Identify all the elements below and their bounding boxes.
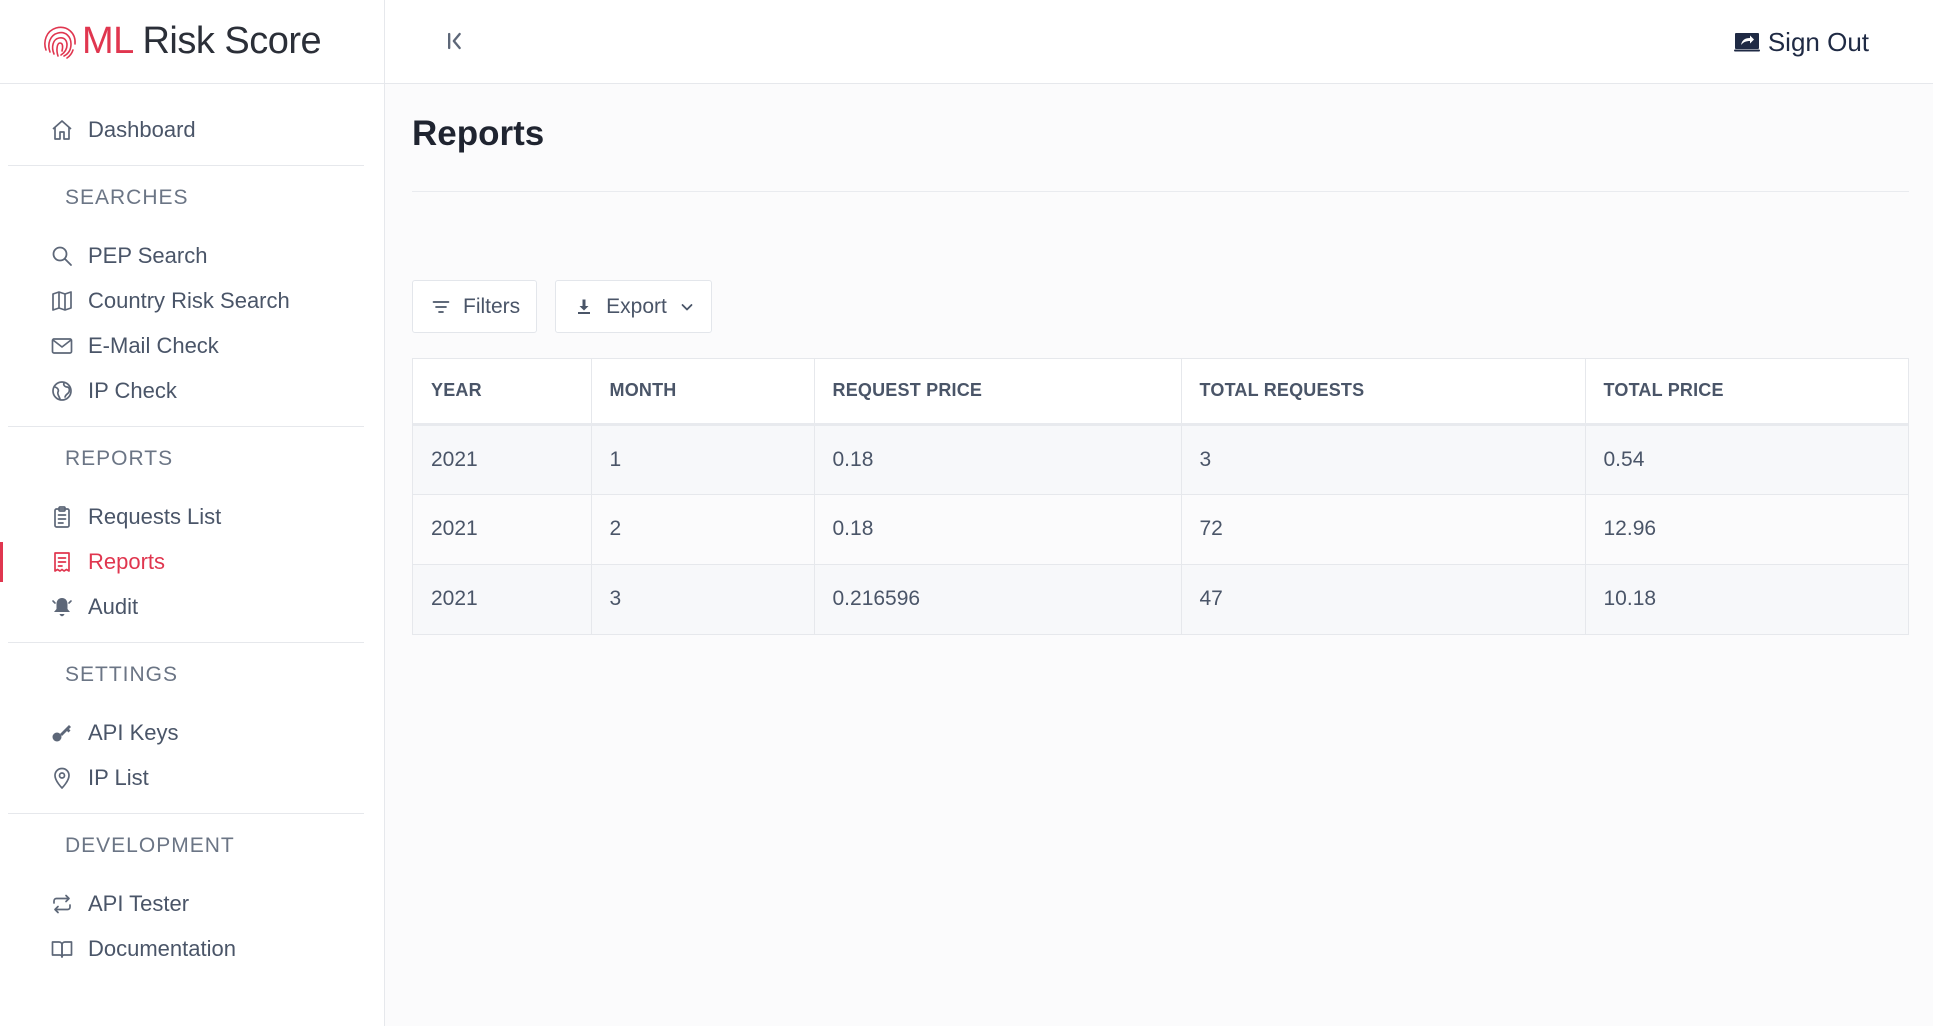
section-title-development: DEVELOPMENT [65, 834, 235, 857]
sidebar-item-dashboard[interactable]: Dashboard [8, 107, 364, 152]
table-row: 2021 1 0.18 3 0.54 [413, 424, 1908, 495]
column-header-request-price[interactable]: REQUEST PRICE [814, 359, 1182, 426]
sign-out-label: Sign Out [1767, 26, 1869, 57]
location-pin-icon [54, 767, 70, 789]
table-cell-total-price: 10.18 [1585, 564, 1908, 634]
bell-icon [52, 597, 72, 616]
table-cell-month: 2 [591, 494, 815, 565]
home-icon [52, 119, 72, 140]
section-title-reports: REPORTS [65, 447, 174, 470]
map-icon [52, 290, 72, 311]
globe-icon [52, 380, 72, 401]
sidebar-item-documentation[interactable]: Documentation [8, 926, 364, 971]
column-header-month[interactable]: MONTH [591, 359, 815, 426]
sign-out-button[interactable]: Sign Out [1733, 22, 1869, 62]
sidebar: ML Risk Score Dashboard SEARCHES PEP Sea… [0, 0, 385, 1026]
table-cell-request-price: 0.18 [814, 424, 1182, 495]
brand-logo[interactable]: ML Risk Score [0, 0, 384, 84]
filters-label: Filters [463, 294, 521, 318]
receipt-icon [54, 551, 70, 572]
brand-name: ML Risk Score [82, 20, 322, 62]
search-icon [52, 246, 72, 266]
sidebar-item-audit[interactable]: Audit [8, 584, 364, 629]
column-header-total-price[interactable]: TOTAL PRICE [1585, 359, 1908, 426]
title-divider [412, 191, 1909, 192]
table-toolbar: Filters Export [412, 280, 1909, 333]
book-open-icon [51, 940, 73, 958]
section-title-settings: SETTINGS [65, 663, 179, 686]
sidebar-item-api-keys[interactable]: API Keys [8, 710, 364, 755]
table-cell-total-price: 0.54 [1585, 424, 1908, 495]
sidebar-item-api-tester[interactable]: API Tester [8, 881, 364, 926]
sidebar-item-pep-search[interactable]: PEP Search [8, 233, 364, 278]
table-cell-month: 1 [591, 424, 815, 495]
main-content: Reports Filters Export YEAR MONTH REQUES… [412, 84, 1909, 635]
section-title-searches: SEARCHES [65, 186, 189, 209]
key-icon [52, 724, 71, 741]
table-row: 2021 2 0.18 72 12.96 [413, 494, 1908, 565]
table-cell-request-price: 0.18 [814, 494, 1182, 565]
table-row: 2021 3 0.216596 47 10.18 [413, 564, 1908, 634]
filter-lines-icon [432, 300, 450, 313]
export-label: Export [606, 294, 667, 318]
column-header-total-requests[interactable]: TOTAL REQUESTS [1181, 359, 1586, 426]
mail-icon [51, 337, 73, 354]
table-cell-year: 2021 [413, 564, 592, 634]
clipboard-icon [54, 505, 70, 528]
chevron-down-icon [681, 303, 693, 310]
active-indicator [0, 542, 3, 582]
reports-table: YEAR MONTH REQUEST PRICE TOTAL REQUESTS … [412, 358, 1909, 635]
table-cell-total-requests: 3 [1181, 424, 1586, 495]
sidebar-item-country-risk-search[interactable]: Country Risk Search [8, 278, 364, 323]
sign-out-icon [1733, 33, 1760, 52]
table-cell-year: 2021 [413, 424, 592, 495]
repeat-icon [53, 894, 71, 913]
filters-button[interactable]: Filters [412, 280, 538, 333]
column-header-year[interactable]: YEAR [413, 359, 592, 426]
table-header-row: YEAR MONTH REQUEST PRICE TOTAL REQUESTS … [413, 359, 1908, 426]
page-title: Reports [412, 114, 545, 153]
sidebar-item-requests-list[interactable]: Requests List [8, 494, 364, 539]
download-icon [578, 299, 591, 314]
top-bar: Sign Out [385, 0, 1933, 84]
fingerprint-logo-icon [44, 26, 76, 59]
export-dropdown-button[interactable]: Export [555, 280, 712, 333]
table-cell-total-requests: 72 [1181, 494, 1586, 565]
table-cell-year: 2021 [413, 494, 592, 565]
sidebar-nav: Dashboard SEARCHES PEP Search Country Ri… [0, 107, 384, 971]
table-cell-month: 3 [591, 564, 815, 634]
table-cell-total-requests: 47 [1181, 564, 1586, 634]
table-cell-request-price: 0.216596 [814, 564, 1182, 634]
table-cell-total-price: 12.96 [1585, 494, 1908, 565]
sidebar-item-ip-check[interactable]: IP Check [8, 368, 364, 413]
sidebar-item-ip-list[interactable]: IP List [8, 755, 364, 800]
collapse-sidebar-icon[interactable] [441, 27, 469, 55]
sidebar-item-reports[interactable]: Reports [0, 539, 364, 584]
sidebar-item-email-check[interactable]: E-Mail Check [8, 323, 364, 368]
